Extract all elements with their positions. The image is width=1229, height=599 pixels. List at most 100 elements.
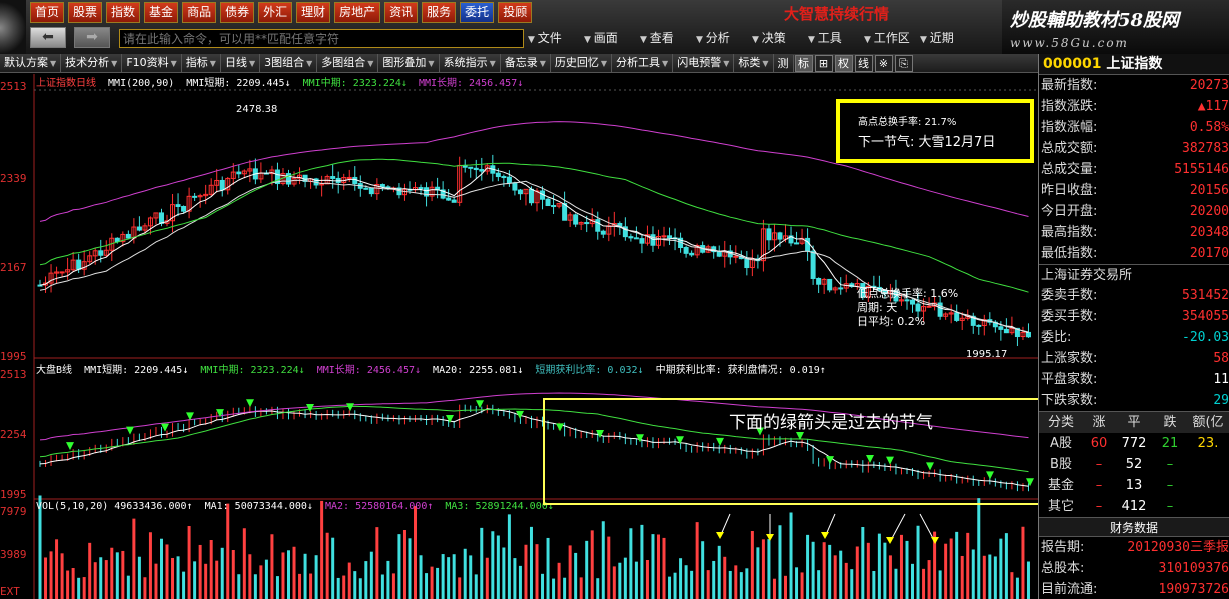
y-tick: 2167 bbox=[0, 261, 27, 274]
toolbar-toggle[interactable]: 线 bbox=[854, 54, 873, 72]
vol-legend-item: MA1: 50073344.000↓ bbox=[204, 501, 313, 512]
menu-item[interactable]: ▼ 工作区 bbox=[864, 29, 920, 49]
menu-item[interactable]: ▼ 分析 bbox=[696, 29, 752, 49]
quote-key: 指数涨幅: bbox=[1041, 120, 1098, 135]
dropdown-arrow-icon: ▼ bbox=[428, 59, 435, 68]
toolbar-item[interactable]: 日线 ▼ bbox=[221, 54, 261, 72]
stats-cell: 其它 bbox=[1047, 499, 1074, 514]
toolbar-item[interactable]: 历史回忆 ▼ bbox=[551, 54, 613, 72]
nav-button[interactable]: 投顾 bbox=[498, 2, 533, 23]
nav-button[interactable]: 债券 bbox=[220, 2, 255, 23]
low-info-line: 周期: 天 bbox=[857, 301, 898, 314]
annotation-line2: 下一节气: 大雪12月7日 bbox=[858, 135, 996, 150]
quote-key: 委买手数: bbox=[1041, 309, 1098, 324]
quote-key: 报告期: bbox=[1041, 540, 1085, 555]
menu-bar: ▼ 文件 ▼ 画面 ▼ 查看 ▼ 分析 ▼ 决策 ▼ 工具 ▼ 工作区 ▼ 近期 bbox=[528, 29, 976, 49]
toolbar-toggle[interactable]: ⎘ bbox=[894, 54, 913, 72]
nav-button[interactable]: 资讯 bbox=[384, 2, 419, 23]
low-label: 1995.17 bbox=[966, 349, 1008, 360]
toolbar-item[interactable]: 指标 ▼ bbox=[182, 54, 221, 72]
toolbar-item[interactable]: 标类 ▼ bbox=[734, 54, 774, 72]
quote-key: 指数涨跌: bbox=[1041, 99, 1098, 114]
stats-cell bbox=[1187, 475, 1229, 496]
candle-body bbox=[551, 205, 557, 208]
stats-cell: – bbox=[1166, 499, 1174, 514]
toolbar-item[interactable]: 默认方案 ▼ bbox=[0, 54, 62, 72]
candle-body bbox=[777, 232, 783, 240]
slogan: 大智慧持续行情 bbox=[784, 5, 890, 23]
command-input[interactable] bbox=[119, 29, 524, 48]
green-arrow-icon bbox=[346, 403, 354, 412]
nav-button[interactable]: 委托 bbox=[460, 2, 495, 23]
toolbar-item[interactable]: 系统指示 ▼ bbox=[440, 54, 501, 72]
menu-item[interactable]: ▼ 决策 bbox=[752, 29, 808, 49]
main-legend-item: MMI(200,90) bbox=[108, 78, 175, 89]
y-tick: 2513 bbox=[0, 368, 27, 381]
candle-body bbox=[998, 326, 1004, 330]
toolbar-toggle[interactable]: ⊞ bbox=[814, 54, 833, 72]
stats-cell: 基金 bbox=[1047, 478, 1074, 493]
dropdown-arrow-icon: ▼ bbox=[248, 59, 256, 68]
toolbar-label: 历史回忆 bbox=[554, 56, 599, 69]
quote-row: 指数涨幅: 0.58% bbox=[1039, 117, 1229, 138]
nav-button[interactable]: 基金 bbox=[144, 2, 179, 23]
candle-body bbox=[595, 219, 601, 232]
toolbar-toggle[interactable]: 权 bbox=[834, 54, 853, 72]
quote-name: 上证指数 bbox=[1106, 56, 1163, 72]
nav-button[interactable]: 商品 bbox=[182, 2, 217, 23]
toolbar-item[interactable]: 闪电预警 ▼ bbox=[673, 54, 735, 72]
top-bar: 首页 股票 指数 基金 商品 债券 外汇 理财 房地产 资讯 服务 委托 投顾 大智慧持续行情 炒股輔助… bbox=[0, 0, 1229, 54]
toolbar-toggle[interactable]: ※ bbox=[874, 54, 893, 72]
forward-button[interactable]: ➡ bbox=[74, 27, 110, 48]
toolbar-item[interactable]: 技术分析 ▼ bbox=[61, 54, 123, 72]
toolbar-item[interactable]: 备忘录 ▼ bbox=[501, 54, 551, 72]
toolbar-label: 默认方案 bbox=[4, 56, 48, 69]
menu-item[interactable]: ▼ 工具 bbox=[808, 29, 864, 49]
menu-item[interactable]: ▼ 近期 bbox=[920, 29, 976, 49]
menu-label: 决策 bbox=[761, 31, 786, 45]
nav-button[interactable]: 首页 bbox=[30, 2, 65, 23]
nav-button[interactable]: 理财 bbox=[296, 2, 331, 23]
candle-body bbox=[600, 230, 606, 235]
vol-legend: VOL(5,10,20) 49633436.000↑ MA1: 50073344… bbox=[36, 501, 560, 512]
back-button[interactable]: ⬅ bbox=[30, 27, 66, 48]
toolbar-item[interactable]: 分析工具 ▼ bbox=[612, 54, 674, 72]
toolbar-item[interactable]: 多图组合 ▼ bbox=[317, 54, 379, 72]
stats-cell: – bbox=[1166, 457, 1174, 472]
toolbar-item[interactable]: 测 bbox=[774, 54, 794, 72]
dropdown-arrow-icon: ▼ bbox=[640, 35, 650, 45]
candle-body bbox=[512, 182, 518, 191]
nav-button[interactable]: 股票 bbox=[68, 2, 103, 23]
nav-button[interactable]: 服务 bbox=[422, 2, 457, 23]
candle-body bbox=[125, 233, 131, 239]
candle-body bbox=[346, 176, 352, 179]
nav-button[interactable]: 房地产 bbox=[334, 2, 381, 23]
menu-item[interactable]: ▼ 画面 bbox=[584, 29, 640, 49]
quote-value: 20200 bbox=[1189, 204, 1229, 219]
toolbar-item[interactable]: 3图组合 ▼ bbox=[260, 54, 318, 72]
quote-key: 目前流通: bbox=[1041, 582, 1098, 597]
stats-header: 分类 涨 平 跌额(亿 bbox=[1039, 412, 1229, 433]
fin-rows: 报告期: 20120930三季报 总股本: 310109376 目前流通: 1909737… bbox=[1039, 537, 1229, 599]
toolbar-toggle[interactable]: 标 bbox=[794, 54, 813, 72]
toolbar-item[interactable]: F10资料 ▼ bbox=[122, 54, 182, 72]
dropdown-arrow-icon: ▼ bbox=[367, 59, 374, 68]
stats-header-cell: 涨 bbox=[1092, 415, 1106, 430]
menu-item[interactable]: ▼ 文件 bbox=[528, 29, 584, 49]
dropdown-arrow-icon: ▼ bbox=[808, 35, 818, 45]
dropdown-arrow-icon: ▼ bbox=[489, 59, 496, 68]
toolbar-item[interactable]: 图形叠加 ▼ bbox=[378, 54, 440, 72]
quote-row: 目前流通: 190973726 bbox=[1039, 579, 1229, 599]
sub-legend-item: 大盘B线 bbox=[36, 365, 73, 376]
candle-body bbox=[744, 258, 750, 269]
low-info-line: 低点总换手率: 1.6% bbox=[857, 287, 959, 300]
y-tick: 2513 bbox=[0, 80, 27, 93]
dropdown-arrow-icon: ▼ bbox=[920, 35, 930, 45]
quote-key: 总成交额: bbox=[1041, 141, 1098, 156]
nav-button[interactable]: 外汇 bbox=[258, 2, 293, 23]
nav-button[interactable]: 指数 bbox=[106, 2, 141, 23]
toolbar-label: 技术分析 bbox=[65, 56, 110, 69]
menu-item[interactable]: ▼ 查看 bbox=[640, 29, 696, 49]
candle-body bbox=[506, 176, 512, 184]
exchange-label: 上海证券交易所 bbox=[1039, 264, 1229, 285]
